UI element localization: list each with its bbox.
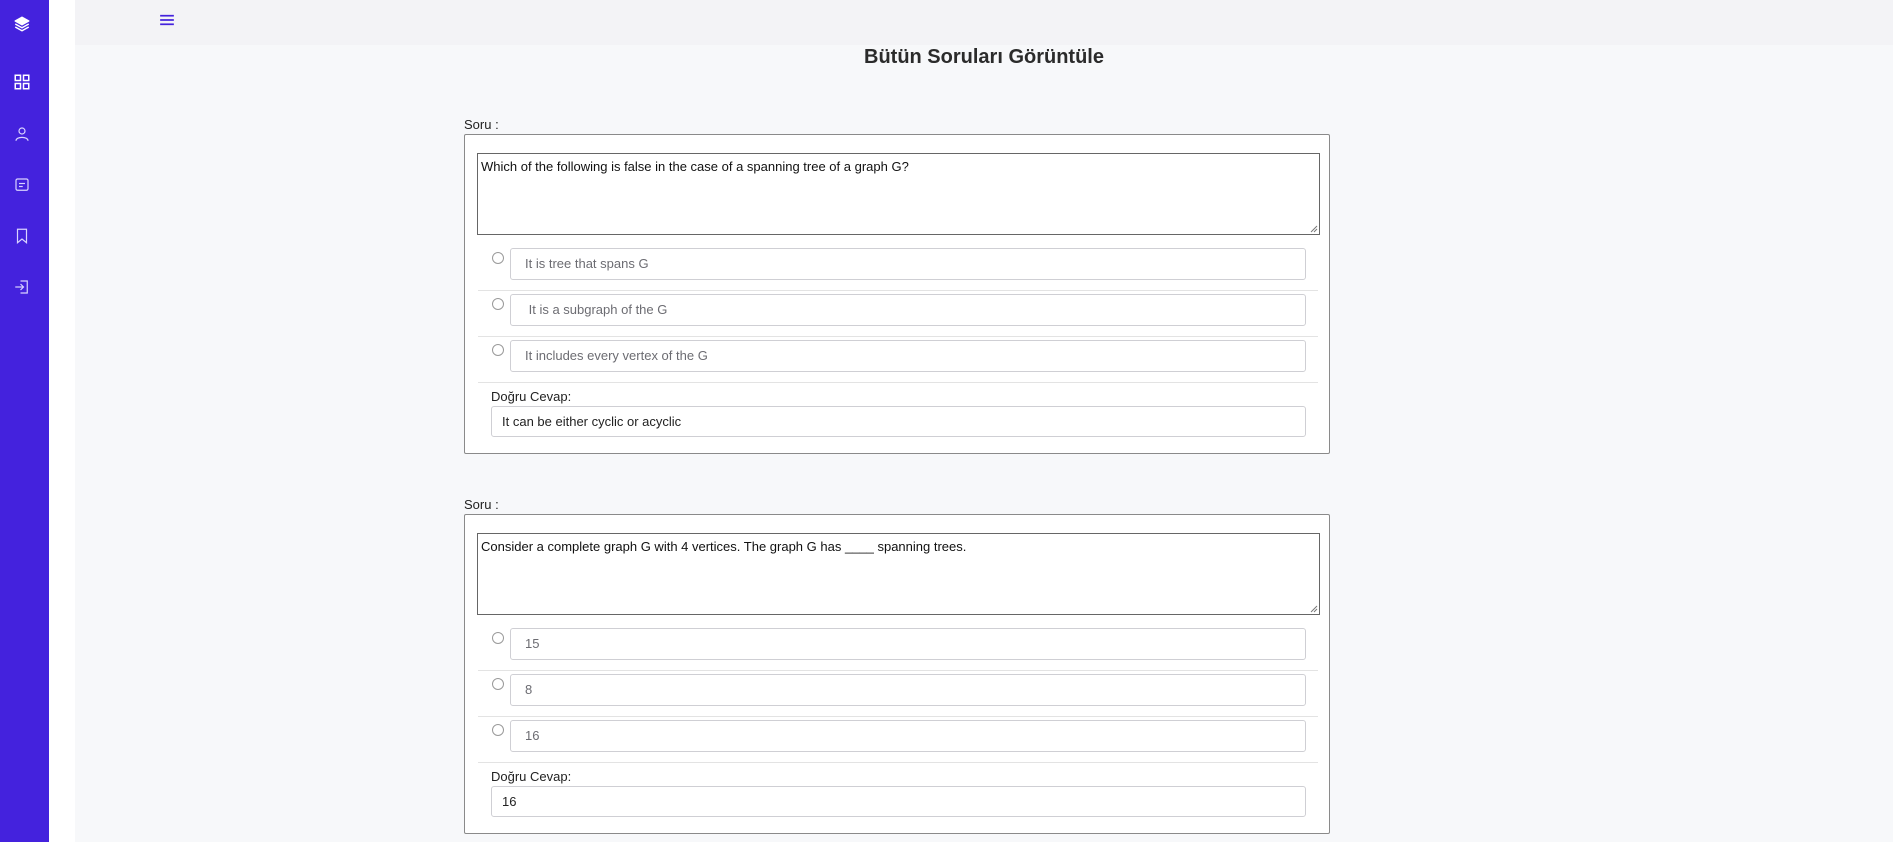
option-row: It is tree that spans G	[478, 245, 1318, 291]
option-row: 16	[478, 717, 1318, 763]
layers-icon[interactable]	[12, 14, 32, 34]
sidebar	[0, 0, 49, 842]
message-icon[interactable]	[12, 175, 32, 195]
option-row: It includes every vertex of the G	[478, 337, 1318, 383]
option-row: It is a subgraph of the G	[478, 291, 1318, 337]
option-input[interactable]: 8	[510, 674, 1306, 706]
resize-grip-icon[interactable]	[1310, 605, 1318, 613]
question-card: Which of the following is false in the c…	[464, 134, 1330, 454]
user-icon[interactable]	[12, 124, 32, 144]
option-radio[interactable]	[492, 632, 504, 644]
option-input[interactable]: It is tree that spans G	[510, 248, 1306, 280]
option-input[interactable]: It is a subgraph of the G	[510, 294, 1306, 326]
option-radio[interactable]	[492, 252, 504, 264]
content-gutter	[49, 0, 75, 842]
page-title: Bütün Soruları Görüntüle	[864, 46, 1104, 68]
bookmark-icon[interactable]	[12, 226, 32, 246]
question-card: Consider a complete graph G with 4 verti…	[464, 514, 1330, 834]
option-row: 8	[478, 671, 1318, 717]
question-text: Consider a complete graph G with 4 verti…	[481, 539, 967, 554]
option-input[interactable]: 15	[510, 628, 1306, 660]
correct-answer-label: Doğru Cevap:	[491, 769, 572, 784]
option-radio[interactable]	[492, 724, 504, 736]
resize-grip-icon[interactable]	[1310, 225, 1318, 233]
option-row: 15	[478, 625, 1318, 671]
logout-icon[interactable]	[12, 277, 32, 297]
option-radio[interactable]	[492, 298, 504, 310]
question-label: Soru :	[464, 117, 499, 132]
correct-answer-label: Doğru Cevap:	[491, 389, 572, 404]
top-bar	[75, 0, 1893, 45]
option-radio[interactable]	[492, 344, 504, 356]
option-input[interactable]: 16	[510, 720, 1306, 752]
question-label: Soru :	[464, 497, 499, 512]
correct-answer-input[interactable]: 16	[491, 786, 1306, 817]
hamburger-menu-icon[interactable]	[157, 10, 177, 30]
option-radio[interactable]	[492, 678, 504, 690]
question-text: Which of the following is false in the c…	[481, 159, 909, 174]
question-text-area[interactable]: Which of the following is false in the c…	[477, 153, 1320, 235]
grid-icon[interactable]	[12, 72, 32, 92]
question-text-area[interactable]: Consider a complete graph G with 4 verti…	[477, 533, 1320, 615]
correct-answer-input[interactable]: It can be either cyclic or acyclic	[491, 406, 1306, 437]
option-input[interactable]: It includes every vertex of the G	[510, 340, 1306, 372]
